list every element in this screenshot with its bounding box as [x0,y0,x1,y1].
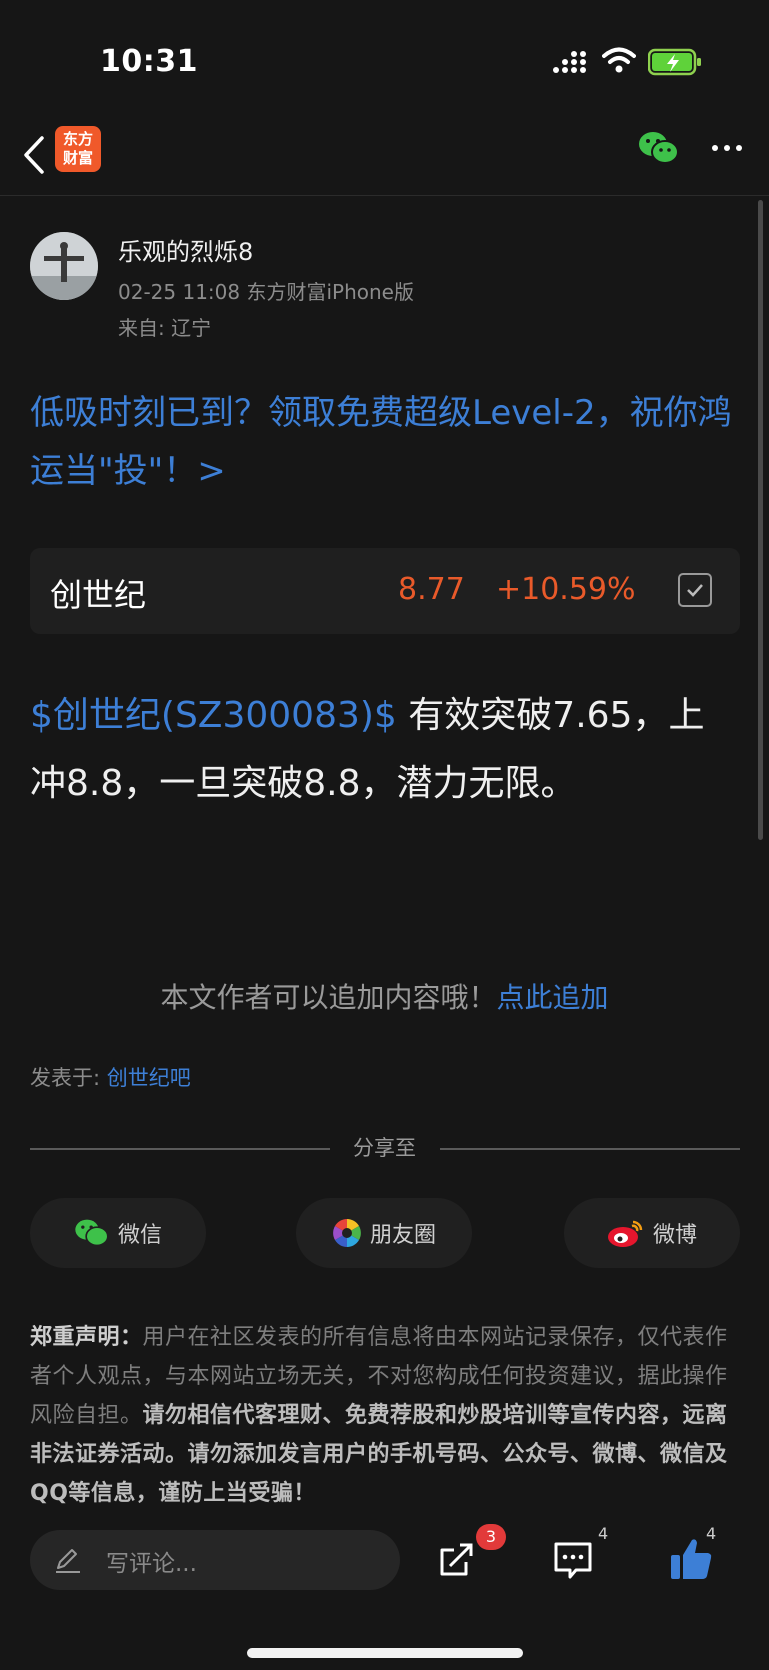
comment-placeholder: 写评论... [106,1551,197,1577]
stock-change: +10.59% [496,572,636,607]
more-options-icon[interactable] [710,140,744,156]
share-count-badge: 3 [476,1524,506,1550]
add-content-prompt: 本文作者可以追加内容哦！点此追加 [0,976,769,1016]
avatar[interactable] [30,232,98,300]
wechat-icon [75,1219,109,1247]
cellular-signal-icon [553,51,586,73]
add-watchlist-checkbox-icon[interactable] [678,573,712,607]
share-moments-label: 朋友圈 [369,1223,436,1248]
post-location: 来自: 辽宁 [118,316,212,340]
eastmoney-logo[interactable]: 东方 财富 [55,126,101,172]
home-indicator [247,1648,523,1658]
share-wechat-button[interactable]: 微信 [30,1198,206,1268]
comment-icon[interactable] [552,1540,594,1580]
moments-icon [333,1219,361,1247]
like-count: 4 [706,1524,717,1543]
add-content-text: 本文作者可以追加内容哦！ [160,981,497,1014]
back-arrow-icon[interactable] [16,130,52,180]
weibo-icon [607,1220,643,1247]
nav-bar: 东方 财富 [0,120,769,196]
posted-in: 发表于: 创世纪吧 [30,1062,191,1092]
share-label: 分享至 [353,1136,416,1160]
logo-line-1: 东方 [62,130,93,148]
stock-name: 创世纪 [50,576,147,614]
disclaimer-title: 郑重声明： [30,1325,143,1350]
comment-count: 4 [598,1524,609,1543]
share-wechat-label: 微信 [117,1223,162,1248]
stock-mention-link[interactable]: $创世纪(SZ300083)$ [30,695,397,736]
bottom-bar: 写评论... 3 4 4 [0,1510,769,1670]
author-info: 乐观的烈烁8 02-25 11:08 东方财富iPhone版 来自: 辽宁 [30,232,730,342]
wifi-icon [602,47,636,73]
posted-in-label: 发表于: [30,1066,107,1090]
disclaimer: 郑重声明：用户在社区发表的所有信息将由本网站记录保存，仅代表作者个人观点，与本网… [30,1318,742,1514]
pen-icon [56,1549,80,1573]
status-time: 10:31 [100,44,198,79]
promo-link[interactable]: 低吸时刻已到？领取免费超级Level-2，祝你鸿运当"投"！> [30,384,740,500]
share-weibo-label: 微博 [652,1223,697,1248]
share-icon[interactable] [436,1540,476,1580]
status-bar: 10:31 [0,0,769,120]
post-content: $创世纪(SZ300083)$ 有效突破7.65，上冲8.8，一旦突破8.8，潜… [30,682,740,818]
stock-bar-link[interactable]: 创世纪吧 [107,1066,191,1090]
share-moments-button[interactable]: 朋友圈 [296,1198,472,1268]
battery-icon [648,48,701,76]
author-name[interactable]: 乐观的烈烁8 [118,232,253,267]
stock-price: 8.77 [398,572,465,607]
scrollbar[interactable] [758,200,763,840]
share-weibo-button[interactable]: 微博 [564,1198,740,1268]
comment-input[interactable]: 写评论... [30,1530,400,1590]
avatar-image [30,232,98,300]
add-content-link[interactable]: 点此追加 [497,981,609,1014]
logo-line-2: 财富 [62,149,93,167]
stock-card[interactable]: 创世纪 8.77 +10.59% [30,548,740,634]
wechat-icon[interactable] [638,130,680,166]
post-meta: 02-25 11:08 东方财富iPhone版 [118,280,414,304]
